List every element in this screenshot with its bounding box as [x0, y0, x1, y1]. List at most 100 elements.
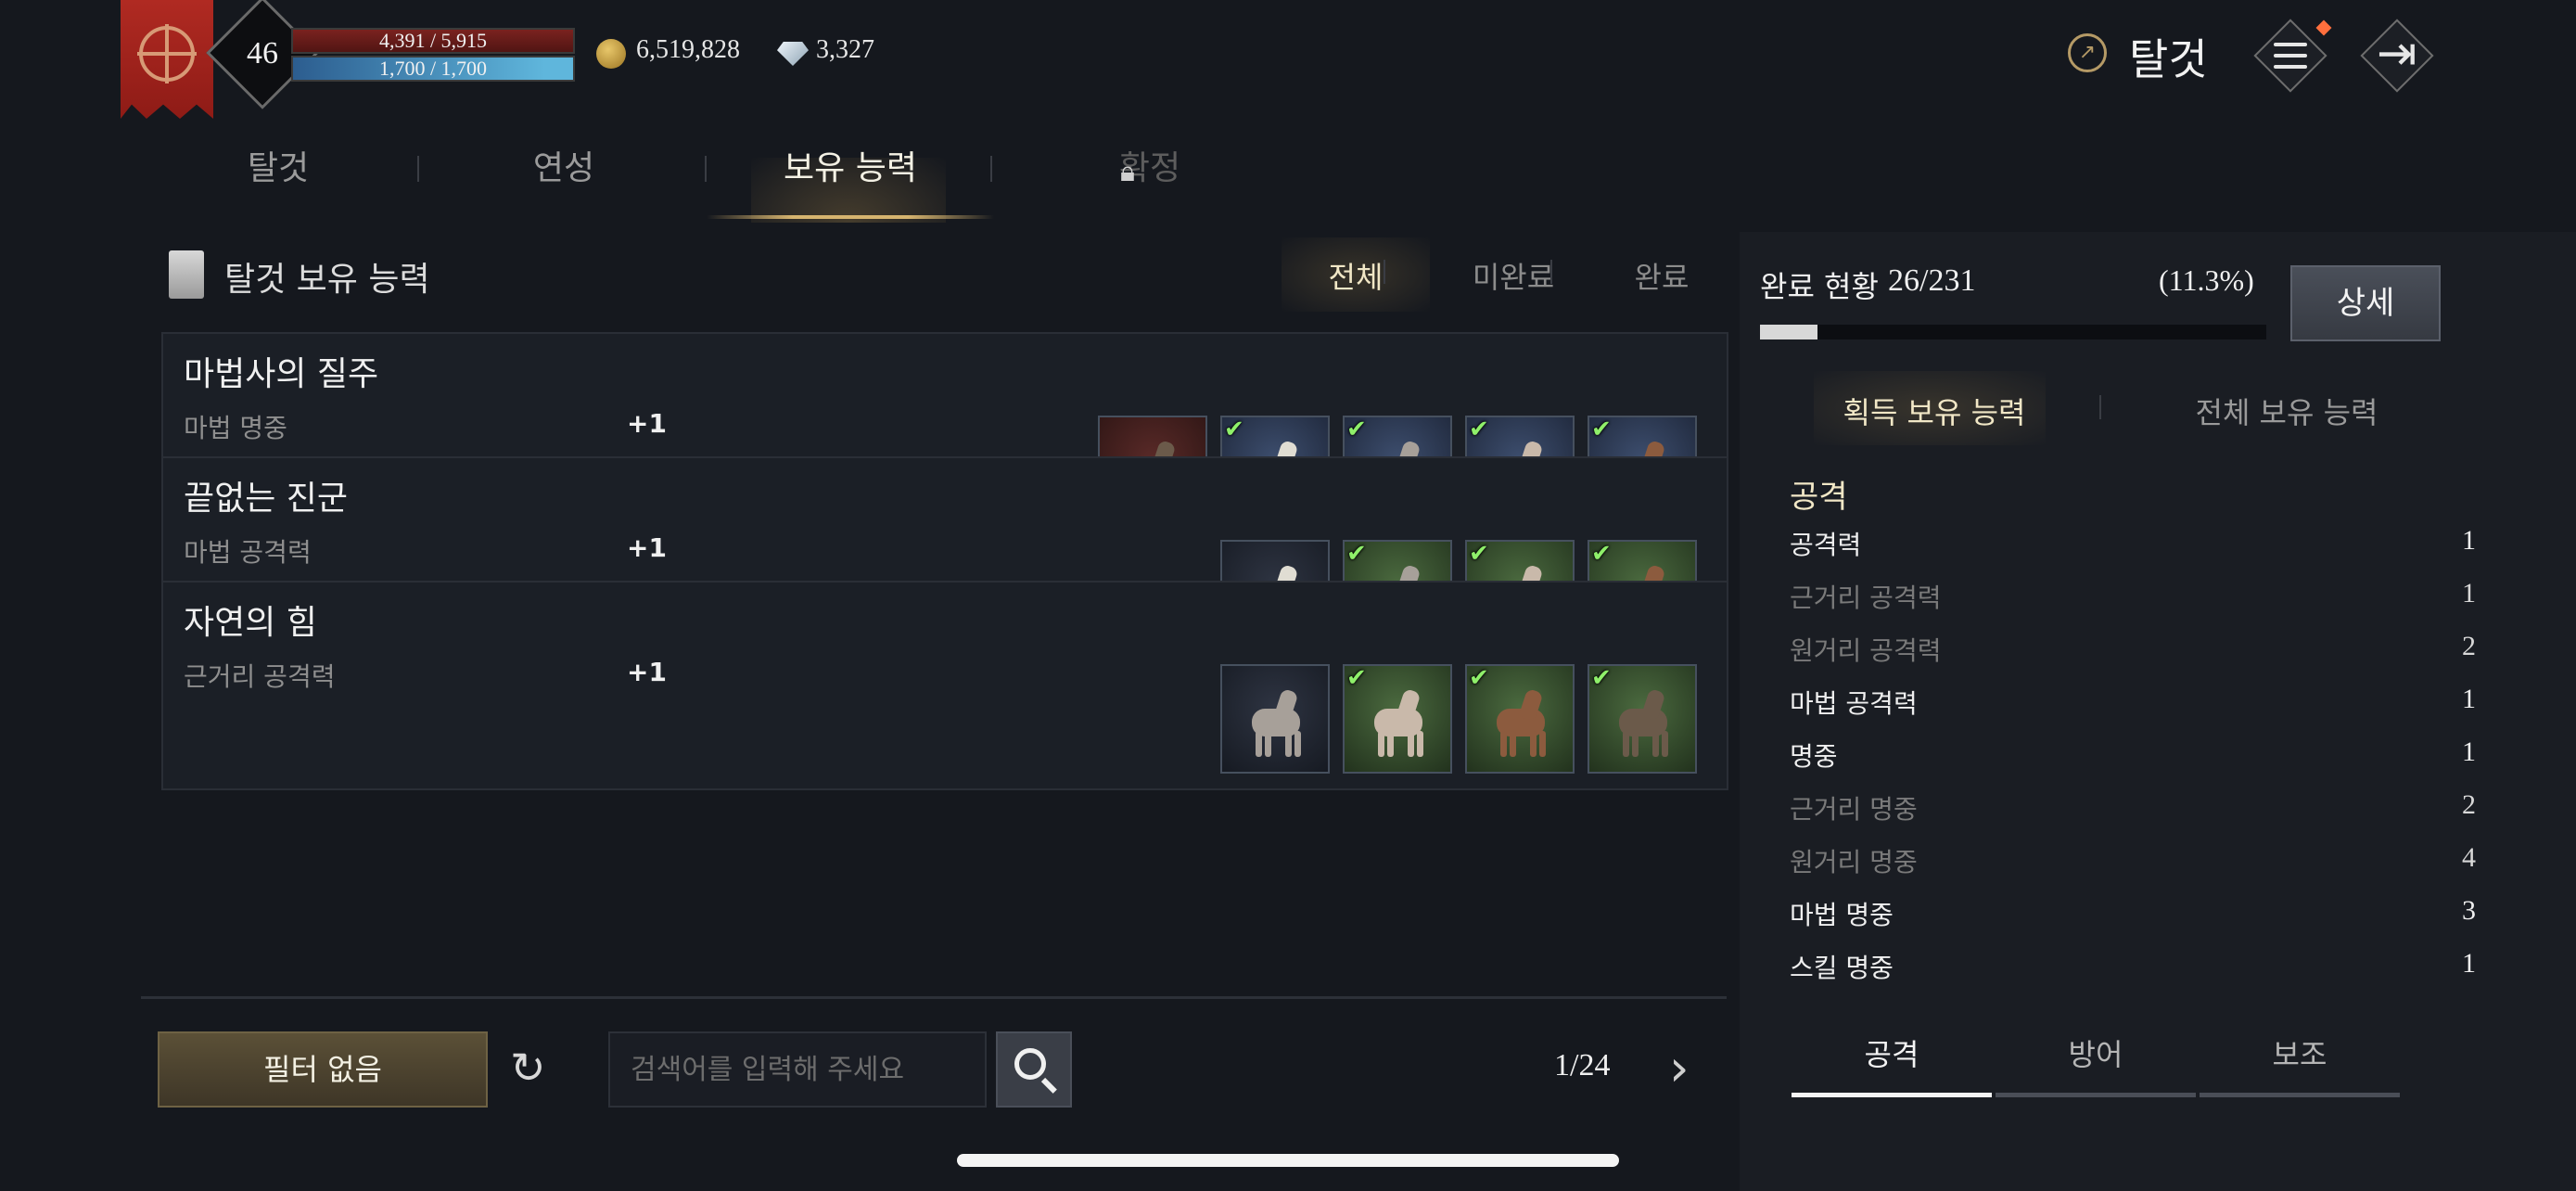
owned-check-icon: ✔ [1346, 416, 1367, 443]
owned-check-icon: ✔ [1224, 416, 1244, 443]
progress-fill [1760, 325, 1817, 339]
detail-button[interactable]: 상세 [2290, 265, 2441, 341]
summary-stat-name: 공격력 [1790, 530, 1862, 560]
search-button[interactable] [996, 1031, 1072, 1108]
divider [141, 996, 1727, 999]
summary-stat-name: 명중 [1790, 741, 1838, 772]
book-icon [169, 250, 204, 299]
card-stat-value: +1 [627, 532, 667, 563]
summary-stat-name: 근거리 공격력 [1790, 583, 1942, 613]
tab-separator [990, 156, 992, 182]
category-tab[interactable]: 방어 [1996, 1031, 2196, 1087]
menu-icon [2274, 43, 2307, 69]
card-stat-value: +1 [627, 657, 667, 687]
owned-check-icon: ✔ [1469, 664, 1489, 692]
card-title: 마법사의 질주 [184, 355, 379, 393]
summary-stat-row: 원거리 공격력 2 [1790, 631, 2476, 677]
category-tab[interactable]: 공격 [1792, 1031, 1992, 1087]
active-tab-indicator [707, 215, 994, 219]
shortcut-icon[interactable]: ↗ [2068, 33, 2107, 72]
mount-thumbnail[interactable]: ✔ [1588, 664, 1697, 774]
summary-stat-name: 원거리 명중 [1790, 847, 1918, 877]
progress-percent: (11.3%) [2159, 263, 2254, 297]
summary-stat-name: 마법 공격력 [1790, 688, 1918, 719]
card-stat-value: +1 [627, 408, 667, 439]
summary-stat-name: 원거리 공격력 [1790, 635, 1942, 666]
progress-count: 26/231 [1888, 263, 1976, 298]
owned-check-icon: ✔ [1346, 664, 1367, 692]
top-bar: 46 4,391 / 5,915 1,700 / 1,700 6,519,828… [0, 0, 2576, 121]
card-stat-name: 마법 공격력 [184, 537, 312, 568]
owned-check-icon: ✔ [1591, 416, 1612, 443]
horse-icon [1367, 688, 1432, 759]
subtab-all[interactable]: 전체 보유 능력 [2148, 390, 2426, 432]
summary-stat-row: 명중 1 [1790, 736, 2476, 783]
refresh-icon[interactable]: ↻ [510, 1044, 556, 1091]
summary-stat-row: 스킬 명중 1 [1790, 948, 2476, 994]
progress-bar [1760, 325, 2266, 339]
owned-check-icon: ✔ [1591, 540, 1612, 568]
category-tab-underline [1996, 1093, 2196, 1097]
tab-mount[interactable]: 탈것 [185, 141, 371, 197]
mp-text: 1,700 / 1,700 [378, 57, 488, 80]
gold-amount: 6,519,828 [636, 35, 740, 64]
tab-separator [417, 156, 419, 182]
summary-stat-value: 3 [2462, 895, 2476, 926]
filter-button[interactable]: 필터 없음 [158, 1031, 488, 1108]
lock-icon: 🔒︎ [1120, 156, 1135, 188]
summary-stat-name: 스킬 명중 [1790, 953, 1894, 983]
exit-button[interactable]: ⇥ [2360, 19, 2434, 93]
owned-check-icon: ✔ [1591, 664, 1612, 692]
guild-emblem [137, 24, 197, 83]
category-title: 공격 [1790, 479, 1848, 516]
tab-abilities[interactable]: 보유 능력 [733, 141, 968, 197]
mount-thumbnail[interactable]: ✔ [1465, 664, 1575, 774]
summary-stat-row: 공격력 1 [1790, 525, 2476, 571]
coin-icon [596, 39, 626, 69]
mp-bar: 1,700 / 1,700 [291, 56, 575, 82]
summary-stat-value: 1 [2462, 684, 2476, 714]
filter-complete[interactable]: 완료 [1588, 254, 1736, 297]
card-title: 자연의 힘 [184, 604, 317, 642]
progress-label: 완료 현황 [1760, 269, 1879, 304]
next-page-icon[interactable]: › [1669, 1039, 1690, 1097]
section-title: 탈것 보유 능력 [224, 261, 430, 299]
summary-panel: 완료 현황 26/231 (11.3%) 상세 획득 보유 능력 전체 보유 능… [1740, 232, 2576, 1191]
summary-stat-row: 근거리 명중 2 [1790, 789, 2476, 836]
summary-stat-value: 1 [2462, 525, 2476, 556]
tab-synthesis[interactable]: 연성 [471, 141, 657, 197]
subtab-separator [2099, 395, 2101, 419]
guild-banner-icon[interactable] [121, 0, 213, 119]
ability-list-panel: 탈것 보유 능력 전체 미완료 완료 마법사의 질주마법 명중+1전투 중 HP… [141, 232, 1736, 992]
filter-incomplete[interactable]: 미완료 [1421, 254, 1606, 297]
home-indicator [957, 1154, 1619, 1167]
notification-dot [2315, 19, 2332, 36]
card-title: 끝없는 진군 [184, 480, 349, 518]
summary-stat-value: 1 [2462, 736, 2476, 767]
horse-icon [1244, 688, 1309, 759]
search-icon [1014, 1048, 1046, 1080]
subtab-acquired[interactable]: 획득 보유 능력 [1823, 390, 2046, 432]
summary-stat-row: 마법 공격력 1 [1790, 684, 2476, 730]
mount-thumbnail[interactable] [1220, 664, 1330, 774]
summary-stat-value: 1 [2462, 948, 2476, 979]
summary-stat-row: 마법 명중 3 [1790, 895, 2476, 941]
gem-amount: 3,327 [816, 35, 874, 64]
ability-card[interactable]: 자연의 힘근거리 공격력 +1 ✔ ✔ ✔ [161, 581, 1728, 790]
card-stat-name: 근거리 공격력 [184, 661, 336, 692]
filter-separator [1550, 260, 1552, 284]
category-tab-underline [2200, 1093, 2400, 1097]
filter-all[interactable]: 전체 [1272, 254, 1439, 297]
horse-icon [1612, 688, 1677, 759]
summary-stat-value: 2 [2462, 631, 2476, 661]
gem-icon [777, 42, 809, 66]
tab-confirm[interactable]: 확정 [1057, 141, 1243, 197]
mount-thumbnail[interactable]: ✔ [1343, 664, 1452, 774]
menu-button[interactable] [2253, 19, 2332, 93]
summary-stat-row: 원거리 명중 4 [1790, 842, 2476, 889]
summary-stat-name: 근거리 명중 [1790, 794, 1918, 825]
category-tab[interactable]: 보조 [2200, 1031, 2400, 1087]
search-input[interactable] [608, 1031, 987, 1108]
category-tab-underline [1792, 1093, 1992, 1097]
card-stat-name: 마법 명중 [184, 413, 287, 443]
